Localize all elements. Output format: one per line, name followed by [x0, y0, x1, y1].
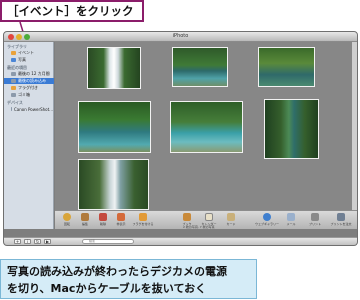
sidebar-item-last-import[interactable]: 最後の読み込み — [4, 78, 54, 84]
sidebar-item-label: 写真 — [18, 57, 26, 62]
toolbar-label: 編集 — [81, 222, 88, 226]
info-button[interactable]: i — [24, 239, 31, 244]
sidebar-item-label: 最後の読み込み — [18, 78, 46, 83]
photo-river-3[interactable] — [170, 101, 243, 153]
toolbar-label: ウェブギャラリー — [255, 222, 280, 226]
photo-river-4[interactable] — [78, 159, 149, 210]
web-gallery-button[interactable]: ウェブギャラリー — [255, 213, 279, 226]
hide-icon — [117, 213, 125, 221]
sidebar-item-camera[interactable]: Canon PowerShot... — [7, 106, 53, 112]
rotate-button[interactable]: 回転 — [61, 213, 73, 226]
rotate-icon — [63, 213, 71, 221]
toolbar-label: 回転 — [63, 222, 70, 226]
vertical-scrollbar[interactable] — [352, 42, 357, 210]
sidebar-item-trash[interactable]: ゴミ箱 — [7, 92, 53, 98]
order-prints-button[interactable]: プリントを注文 — [331, 213, 352, 226]
search-input[interactable]: 検索 — [82, 239, 134, 244]
delete-icon — [99, 213, 107, 221]
rotate-small-button[interactable]: ↻ — [34, 239, 41, 244]
note-callout: 写真の読み込みが終わったらデジカメの電源 を切り、Macからケーブルを抜いておく — [0, 259, 257, 299]
sidebar-item-label: 最後の 12 カ月間 — [18, 71, 50, 76]
toolbar-label: フラグを付ける — [132, 222, 154, 226]
source-list-controls: + i ↻ ▶ 検索 — [4, 237, 357, 245]
bottom-toolbar: 回転 編集 削除 非表示 フラグを付ける ブック カレンダー カード ウェブギャ… — [55, 210, 357, 229]
sidebar-item-last-12-months[interactable]: 最後の 12 カ月間 — [7, 71, 53, 77]
source-list: ライブラリ イベント 写真 最近の項目 最後の 12 カ月間 最後の読み込み フ… — [4, 42, 54, 229]
import-icon — [11, 79, 16, 83]
title-bar: iPhoto — [4, 32, 357, 42]
flag-button[interactable]: フラグを付ける — [133, 213, 154, 226]
status-text: 2 枚の写真, 7 枚の写真 — [183, 225, 215, 229]
order-prints-icon — [337, 213, 345, 221]
photos-icon — [11, 58, 16, 62]
note-line-2: を切り、Macからケーブルを抜いておく — [7, 282, 207, 295]
window-title: iPhoto — [172, 33, 189, 39]
photo-river-1[interactable] — [172, 47, 228, 87]
photo-gorge-1[interactable] — [264, 99, 319, 159]
toolbar-label: メール — [286, 222, 296, 226]
card-button[interactable]: カード — [225, 213, 237, 226]
flag-icon — [139, 213, 147, 221]
hide-button[interactable]: 非表示 — [115, 213, 127, 226]
pencil-icon — [81, 213, 89, 221]
card-icon — [227, 213, 235, 221]
flag-icon — [11, 86, 16, 90]
slideshow-button[interactable]: ▶ — [44, 239, 51, 244]
sidebar-item-photos[interactable]: 写真 — [7, 57, 53, 63]
note-line-1: 写真の読み込みが終わったらデジカメの電源 — [7, 265, 227, 278]
book-icon — [183, 213, 191, 221]
photo-waterfall-1[interactable] — [87, 47, 141, 89]
camera-icon — [11, 107, 12, 111]
add-album-button[interactable]: + — [14, 239, 21, 244]
trash-icon — [11, 93, 16, 97]
sidebar-item-label: フラグ付き — [18, 85, 38, 90]
calendar-icon — [205, 213, 213, 221]
iphoto-window: iPhoto ライブラリ イベント 写真 最近の項目 最後の 12 カ月間 最後… — [3, 31, 358, 246]
email-button[interactable]: メール — [285, 213, 297, 226]
sidebar-item-label: ゴミ箱 — [18, 92, 30, 97]
events-icon — [11, 51, 16, 55]
toolbar-label: 削除 — [99, 222, 106, 226]
print-button[interactable]: プリント — [309, 213, 321, 226]
photo-river-2[interactable] — [78, 101, 151, 153]
delete-button[interactable]: 削除 — [97, 213, 109, 226]
mail-icon — [287, 213, 295, 221]
toolbar-label: カード — [226, 222, 236, 226]
toolbar-label: プリントを注文 — [330, 222, 352, 226]
toolbar-label: プリント — [309, 222, 322, 226]
sidebar-item-events[interactable]: イベント — [7, 50, 53, 56]
photo-browser — [55, 42, 353, 210]
globe-icon — [263, 213, 271, 221]
printer-icon — [311, 213, 319, 221]
edit-button[interactable]: 編集 — [79, 213, 91, 226]
photo-trees-1[interactable] — [258, 47, 315, 87]
toolbar-label: 非表示 — [116, 222, 126, 226]
calendar-icon — [11, 72, 16, 76]
sidebar-item-label: イベント — [18, 50, 34, 55]
sidebar-item-flagged[interactable]: フラグ付き — [7, 85, 53, 91]
sidebar-item-label: Canon PowerShot... — [13, 106, 53, 112]
